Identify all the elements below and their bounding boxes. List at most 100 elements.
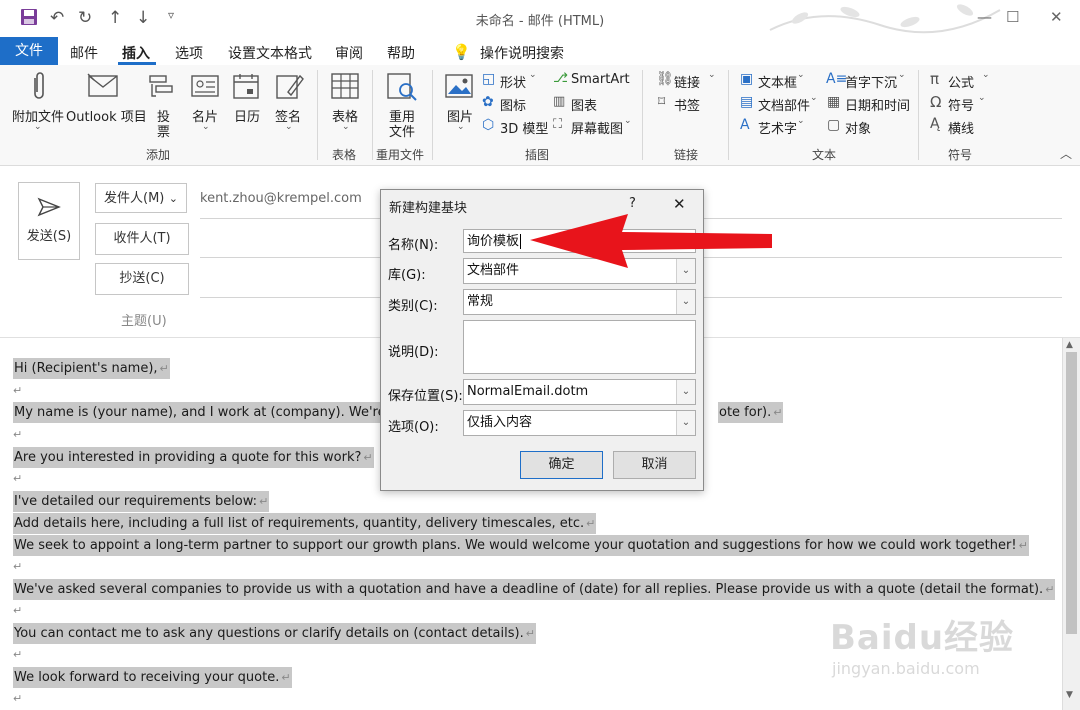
body-line: My name is (your name), and I work at (c…	[13, 402, 438, 423]
equation-button[interactable]: 公式	[948, 72, 974, 91]
ribbon-tabs: 文件 邮件 插入 选项 设置文本格式 审阅 帮助 💡 操作说明搜索	[0, 37, 1080, 65]
object-button[interactable]: 对象	[845, 118, 871, 137]
down-arrow-icon[interactable]: ↓	[136, 8, 150, 28]
chevron-down-icon[interactable]: ⌄	[285, 122, 293, 132]
body-line: I've detailed our requirements below: ↵	[13, 491, 270, 512]
dropcap-button[interactable]: 首字下沉	[845, 72, 897, 91]
help-button[interactable]: ?	[629, 196, 636, 211]
vote-label-2[interactable]: 票	[157, 121, 170, 140]
chevron-down-icon[interactable]: ⌄	[529, 70, 537, 80]
to-button[interactable]: 收件人(T)	[95, 223, 189, 255]
chevron-down-icon[interactable]: ⌄	[797, 70, 805, 80]
scroll-up-icon[interactable]: ▲	[1066, 340, 1073, 350]
omega-icon: Ω	[930, 93, 942, 111]
screenshot-icon: ⛶	[553, 117, 563, 132]
ok-button[interactable]: 确定	[520, 451, 603, 479]
chevron-down-icon[interactable]: ⌄	[810, 93, 818, 103]
save-location-select[interactable]: NormalEmail.dotm ⌄	[463, 379, 696, 405]
options-select[interactable]: 仅插入内容 ⌄	[463, 410, 696, 436]
horizontal-line-button[interactable]: 横线	[948, 118, 974, 137]
tell-me-search[interactable]: 操作说明搜索	[480, 43, 564, 63]
watermark-brand: Baidu经验	[830, 618, 1015, 658]
group-symbols-label: 符号	[948, 148, 973, 162]
category-select[interactable]: 常规 ⌄	[463, 289, 696, 315]
chevron-down-icon[interactable]: ⌄	[797, 116, 805, 126]
cancel-button[interactable]: 取消	[613, 451, 696, 479]
chevron-down-icon[interactable]: ⌄	[708, 70, 716, 80]
chevron-down-icon[interactable]: ⌄	[898, 70, 906, 80]
group-add-label: 添加	[146, 148, 171, 162]
datetime-button[interactable]: 日期和时间	[845, 95, 910, 114]
body-line: We seek to appoint a long-term partner t…	[13, 535, 1029, 556]
redo-icon[interactable]: ↻	[78, 8, 92, 28]
chart-button[interactable]: 图表	[571, 95, 597, 114]
scroll-thumb[interactable]	[1066, 352, 1077, 634]
chevron-down-icon[interactable]: ⌄	[978, 93, 986, 103]
chevron-down-icon[interactable]: ⌄	[982, 70, 990, 80]
send-button[interactable]: 发送(S)	[18, 182, 80, 260]
vertical-scrollbar[interactable]: ▲ ▼	[1062, 338, 1080, 710]
tab-message[interactable]: 邮件	[70, 43, 98, 63]
scroll-down-icon[interactable]: ▼	[1066, 690, 1073, 700]
chevron-down-icon[interactable]: ⌄	[457, 122, 465, 132]
tab-options[interactable]: 选项	[175, 43, 203, 63]
gallery-label: 库(G):	[388, 268, 426, 283]
undo-icon[interactable]: ↶	[50, 8, 64, 28]
shapes-button[interactable]: 形状	[500, 72, 526, 91]
group-separator	[918, 70, 919, 160]
group-tables-label: 表格	[332, 148, 357, 162]
icons-button[interactable]: 图标	[500, 95, 526, 114]
paragraph-mark: ↵	[13, 560, 23, 573]
body-line: We look forward to receiving your quote.…	[13, 667, 292, 688]
close-button[interactable]: ✕	[1050, 8, 1063, 26]
send-icon	[37, 197, 61, 217]
cc-button[interactable]: 抄送(C)	[95, 263, 189, 295]
paragraph-mark: ↵	[13, 472, 23, 485]
datetime-icon: ▦	[827, 94, 841, 110]
textbox-button[interactable]: 文本框	[758, 72, 797, 91]
wordart-button[interactable]: 艺术字	[758, 118, 797, 137]
bookmark-button[interactable]: 书签	[674, 95, 700, 114]
symbol-button[interactable]: 符号	[948, 95, 974, 114]
customize-qat-icon[interactable]: ▿	[168, 8, 174, 22]
reuse-files-button-2[interactable]: 文件	[389, 121, 415, 140]
smartart-icon: ⎇	[553, 71, 568, 86]
title-bar: ↶ ↻ ↑ ↓ ▿ 未命名 - 邮件 (HTML) — ☐ ✕	[0, 0, 1080, 37]
watermark-url: jingyan.baidu.com	[832, 659, 980, 678]
up-arrow-icon[interactable]: ↑	[108, 8, 122, 28]
paragraph-mark: ↵	[13, 692, 23, 705]
tab-format-text[interactable]: 设置文本格式	[228, 43, 312, 63]
link-button[interactable]: 链接	[674, 72, 700, 91]
collapse-ribbon-icon[interactable]: ︿	[1060, 145, 1072, 162]
tab-insert[interactable]: 插入	[122, 43, 150, 63]
save-icon[interactable]	[20, 8, 38, 31]
business-card-icon	[191, 75, 219, 97]
tab-help[interactable]: 帮助	[387, 43, 415, 63]
dialog-close-button[interactable]: ✕	[673, 195, 686, 213]
paperclip-icon	[34, 72, 44, 99]
outlook-item-button[interactable]: Outlook 项目	[66, 106, 147, 125]
quickparts-button[interactable]: 文档部件	[758, 95, 810, 114]
body-line: Hi (Recipient's name), ↵	[13, 358, 170, 379]
chart-icon: ▥	[553, 94, 566, 109]
3d-model-button[interactable]: 3D 模型	[500, 118, 548, 137]
chevron-down-icon[interactable]: ⌄	[624, 116, 632, 126]
chevron-down-icon: ⌄	[676, 380, 695, 404]
chevron-down-icon[interactable]: ⌄	[342, 122, 350, 132]
group-reuse-label: 重用文件	[376, 148, 425, 162]
minimize-button[interactable]: —	[977, 8, 992, 26]
chevron-down-icon[interactable]: ⌄	[202, 122, 210, 132]
calendar-icon	[233, 74, 259, 99]
lightbulb-icon: 💡	[452, 43, 471, 61]
name-label: 名称(N):	[388, 238, 439, 253]
tab-review[interactable]: 审阅	[335, 43, 363, 63]
chevron-down-icon[interactable]: ⌄	[34, 122, 42, 132]
maximize-button[interactable]: ☐	[1006, 8, 1019, 26]
screenshot-button[interactable]: 屏幕截图	[571, 118, 623, 137]
description-textarea[interactable]	[463, 320, 696, 374]
smartart-button[interactable]: SmartArt	[571, 72, 630, 87]
tab-file[interactable]: 文件	[0, 37, 58, 65]
from-button[interactable]: 发件人(M) ⌄	[95, 183, 187, 213]
body-line: You can contact me to ask any questions …	[13, 623, 536, 644]
calendar-button[interactable]: 日历	[234, 106, 260, 125]
